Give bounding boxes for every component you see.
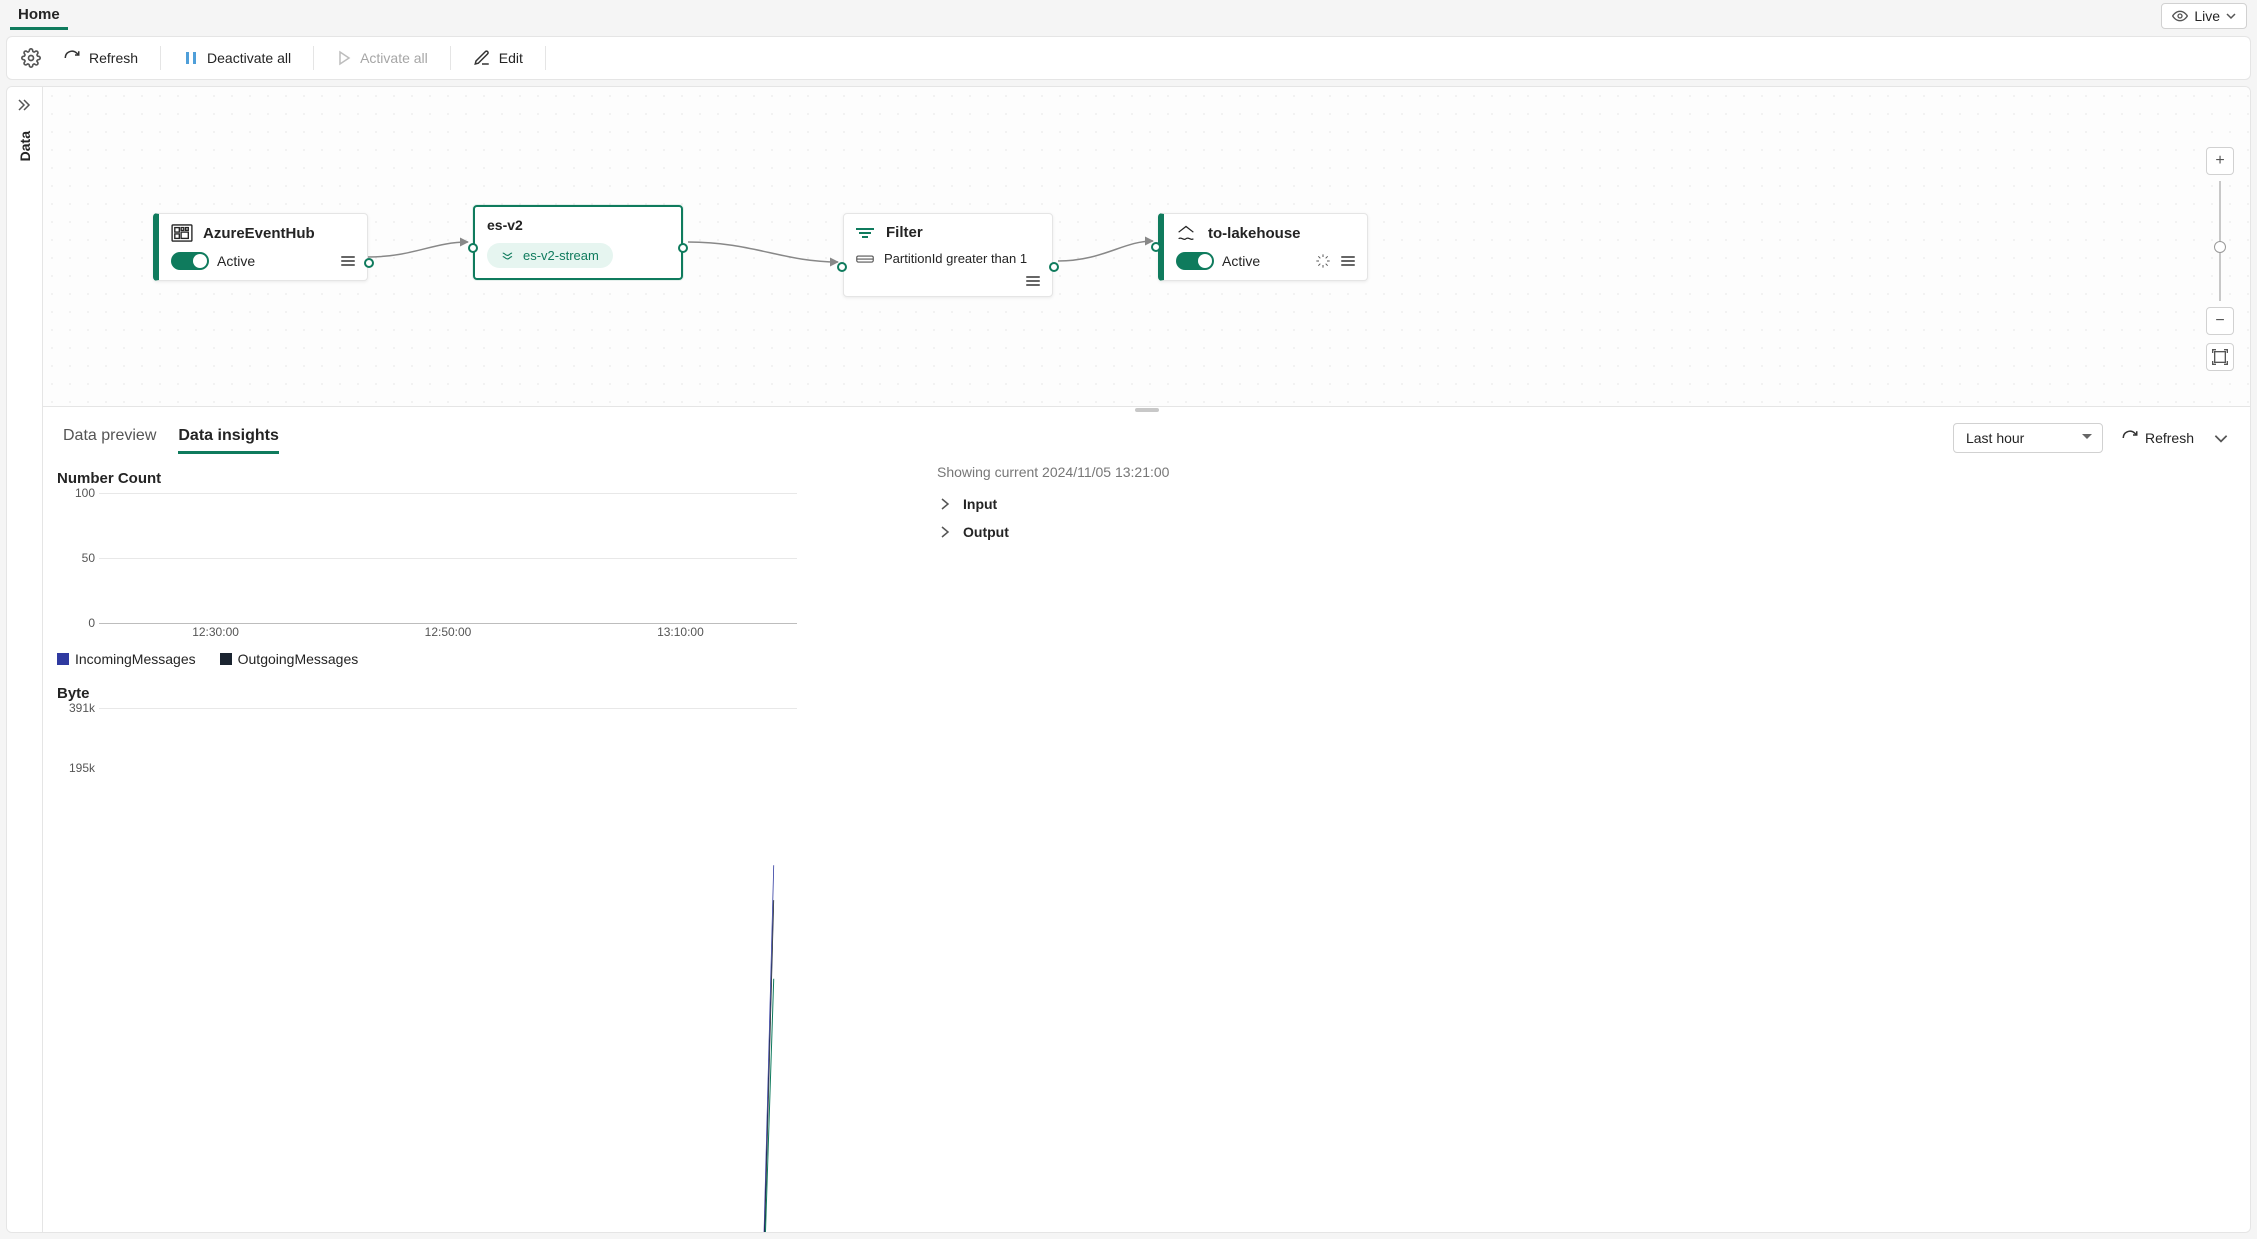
pause-icon [183,50,199,66]
top-tab-bar: Home Live [0,0,2257,32]
zoom-slider[interactable] [2219,181,2221,301]
node-sink[interactable]: to-lakehouse Active [1158,213,1368,281]
tab-data-preview[interactable]: Data preview [63,421,156,454]
expand-panel-button[interactable] [15,97,35,117]
sink-status: Active [1222,253,1260,269]
insights-refresh-label: Refresh [2145,430,2194,446]
collapse-panel-button[interactable] [2212,429,2230,447]
chevron-double-right-icon [15,97,31,113]
y-tick: 0 [88,616,95,630]
separator [545,46,546,70]
side-panel-label: Data [17,131,33,161]
y-tick: 195k [69,761,95,775]
stream-chip-label: es-v2-stream [523,248,599,263]
port-out[interactable] [1049,262,1059,272]
ribbon-toolbar: Refresh Deactivate all Activate all Edit [6,36,2251,80]
zoom-thumb[interactable] [2214,241,2226,253]
separator [160,46,161,70]
fit-to-screen-button[interactable] [2206,343,2234,371]
y-tick: 100 [75,486,95,500]
side-rail: Data [7,87,43,1232]
stream-chip[interactable]: es-v2-stream [487,243,613,268]
edit-button[interactable]: Edit [463,43,533,73]
play-icon [336,50,352,66]
filter-icon [856,226,874,240]
port-in[interactable] [468,243,478,253]
source-status: Active [217,253,255,269]
flow-canvas[interactable]: AzureEventHub Active es-v2 [43,87,2250,407]
flow-edges [43,87,2250,406]
node-filter-menu[interactable] [1026,276,1040,286]
filter-rule: PartitionId greater than 1 [884,251,1027,266]
bottom-panel: Data preview Data insights Last hour Ref… [43,413,2250,1232]
chevron-right-icon [937,524,953,540]
fit-icon [2212,349,2228,365]
node-source-menu[interactable] [341,256,355,266]
chevron-down-icon [2226,11,2236,21]
showing-current-timestamp: Showing current 2024/11/05 13:21:00 [937,464,2236,480]
eventhub-icon [171,224,193,242]
stream-icon [501,249,515,263]
time-range-select[interactable]: Last hour [1953,423,2103,453]
source-active-toggle[interactable] [171,252,209,270]
edit-icon [473,49,491,67]
legend-swatch [57,653,69,665]
node-stream-title: es-v2 [487,217,669,233]
rule-icon [856,253,874,265]
node-filter-title: Filter [886,224,923,241]
port-out[interactable] [678,243,688,253]
zoom-out-button[interactable]: − [2206,307,2234,335]
activate-all-label: Activate all [360,50,428,66]
tree-output[interactable]: Output [937,518,2236,546]
zoom-controls: + − [2206,147,2234,371]
port-in[interactable] [1151,242,1161,252]
port-out[interactable] [364,258,374,268]
tree-input-label: Input [963,496,997,512]
refresh-label: Refresh [89,50,138,66]
y-tick: 391k [69,701,95,715]
lakehouse-icon [1176,224,1196,242]
live-mode-button[interactable]: Live [2161,3,2247,29]
zoom-in-button[interactable]: + [2206,147,2234,175]
tab-home[interactable]: Home [10,2,68,30]
node-sink-menu[interactable] [1341,256,1355,266]
live-label: Live [2194,8,2220,24]
settings-button[interactable] [15,42,47,74]
refresh-icon [2121,429,2139,447]
insights-refresh-button[interactable]: Refresh [2121,429,2194,447]
chevron-right-icon [937,496,953,512]
gear-icon [21,48,41,68]
refresh-button[interactable]: Refresh [53,43,148,73]
main-workspace: Data [6,86,2251,1233]
time-range-value: Last hour [1966,430,2024,446]
refresh-icon [63,49,81,67]
separator [313,46,314,70]
node-source-title: AzureEventHub [203,225,315,242]
sparkle-icon[interactable] [1315,253,1331,269]
node-source[interactable]: AzureEventHub Active [153,213,368,281]
chart1-title: Number Count [57,470,817,487]
chart2-plot [99,708,797,1232]
node-stream[interactable]: es-v2 es-v2-stream [473,205,683,280]
deactivate-all-button[interactable]: Deactivate all [173,44,301,72]
activate-all-button[interactable]: Activate all [326,44,438,72]
sink-active-toggle[interactable] [1176,252,1214,270]
tree-input[interactable]: Input [937,490,2236,518]
node-filter[interactable]: Filter PartitionId greater than 1 [843,213,1053,297]
deactivate-all-label: Deactivate all [207,50,291,66]
chart-number-count: 0 50 100 12:30:00 12:50:0 [57,493,797,643]
node-sink-title: to-lakehouse [1208,225,1301,242]
port-in[interactable] [837,262,847,272]
separator [450,46,451,70]
tree-output-label: Output [963,524,1009,540]
y-tick: 50 [82,551,95,565]
eye-icon [2172,8,2188,24]
tab-data-insights[interactable]: Data insights [178,421,278,454]
edit-label: Edit [499,50,523,66]
chart-byte: 391k 195k [57,708,797,768]
